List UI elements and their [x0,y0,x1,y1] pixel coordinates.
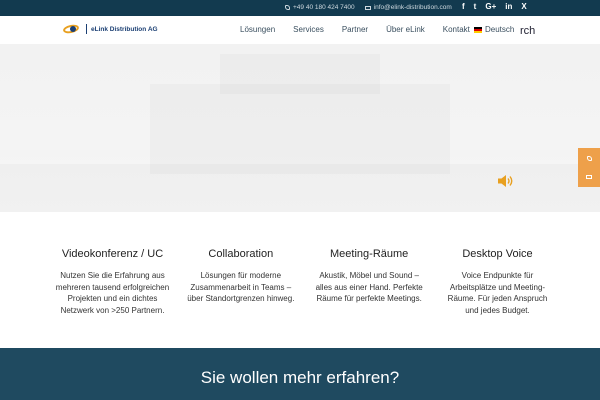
feature-text: Nutzen Sie die Erfahrung aus mehreren ta… [55,271,170,315]
linkedin-icon[interactable]: in [505,2,512,11]
side-mail-button[interactable] [578,167,600,187]
feature-list: Videokonferenz / UC Nutzen Sie die Erfah… [55,248,555,316]
social-links: f t G+ in X [462,2,527,11]
cta-heading: Sie wollen mehr erfahren? [200,368,400,387]
menu: Lösungen Services Partner Über eLink Kon… [240,25,488,34]
top-bar: +49 40 180 424 7400 info@elink-distribut… [0,0,600,16]
menu-item-ueber-elink[interactable]: Über eLink [386,25,425,34]
flag-de-icon [474,26,482,33]
feature-title[interactable]: Videokonferenz / UC [55,248,170,260]
menu-item-kontakt[interactable]: Kontakt [443,25,470,34]
language-switcher[interactable]: Deutsch [474,25,514,34]
logo-mark-icon [62,23,82,35]
main-nav: eLink Distribution AG Lösungen Services … [0,16,600,44]
feature-desktop-voice: Desktop Voice Voice Endpunkte für Arbeit… [440,248,555,316]
side-call-button[interactable] [578,148,600,168]
xing-icon[interactable]: X [521,2,526,11]
logo-divider [86,24,87,34]
menu-item-partner[interactable]: Partner [342,25,368,34]
feature-title[interactable]: Desktop Voice [440,248,555,260]
feature-text: Voice Endpunkte für Arbeitsplätze und Me… [447,271,548,315]
feature-text: Lösungen für moderne Zusammenarbeit in T… [187,271,295,303]
menu-item-loesungen[interactable]: Lösungen [240,25,275,34]
feature-title[interactable]: Collaboration [183,248,298,260]
facebook-icon[interactable]: f [462,2,465,11]
phone-link[interactable]: +49 40 180 424 7400 [285,4,355,11]
phone-icon [586,155,592,161]
feature-meeting-raeume: Meeting-Räume Akustik, Möbel und Sound –… [312,248,427,316]
twitter-icon[interactable]: t [474,2,477,11]
feature-text: Akustik, Möbel und Sound – alles aus ein… [315,271,423,303]
logo[interactable]: eLink Distribution AG [62,23,158,35]
logo-text: eLink Distribution AG [91,25,158,33]
feature-title[interactable]: Meeting-Räume [312,248,427,260]
mail-icon [364,5,371,10]
cta-band: Sie wollen mehr erfahren? [0,348,600,400]
phone-icon [285,5,290,10]
language-label: Deutsch [485,25,515,34]
contact-info: +49 40 180 424 7400 info@elink-distribut… [285,4,452,11]
feature-videokonferenz: Videokonferenz / UC Nutzen Sie die Erfah… [55,248,170,316]
menu-item-services[interactable]: Services [293,25,324,34]
mail-icon [586,175,592,179]
speaker-icon[interactable] [497,174,515,188]
search-label-fragment[interactable]: rch [520,25,535,37]
email-link[interactable]: info@elink-distribution.com [364,4,452,11]
google-plus-icon[interactable]: G+ [485,2,496,11]
feature-collaboration: Collaboration Lösungen für moderne Zusam… [183,248,298,316]
